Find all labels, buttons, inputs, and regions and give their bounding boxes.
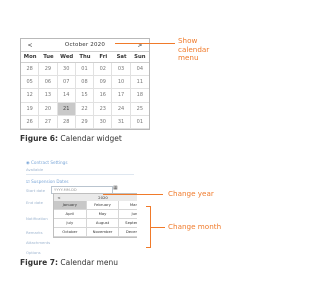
calendar-day[interactable]: 23 — [94, 102, 113, 116]
calendar-day[interactable]: 10 — [112, 76, 131, 90]
settings-title-text: Contract Settings — [31, 160, 68, 165]
options-label: Options — [26, 250, 41, 255]
settings-subtitle: Available — [26, 167, 44, 172]
calendar-day[interactable]: 03 — [112, 63, 131, 77]
year-value[interactable]: 2020 — [64, 195, 137, 200]
annotation-line-year — [103, 194, 163, 195]
calendar-day[interactable]: 19 — [21, 102, 40, 116]
weekday-header: Tue — [39, 52, 58, 63]
calendar-day[interactable]: 02 — [94, 63, 113, 77]
calendar-day[interactable]: 14 — [57, 89, 76, 103]
circle-icon: ◉ — [26, 160, 30, 165]
calendar-day[interactable]: 21 — [57, 102, 76, 116]
calendar-day[interactable]: 24 — [112, 102, 131, 116]
calendar-day[interactable]: 28 — [57, 115, 76, 129]
bracket-bottom — [146, 247, 151, 248]
calendar-day[interactable]: 06 — [39, 76, 58, 90]
calendar-day[interactable]: 13 — [39, 89, 58, 103]
figure-7-text: Calendar menu — [60, 258, 118, 267]
month-picker: < 2020 > JanuaryFebruaryMarch AprilMayJun… — [53, 193, 137, 238]
weekday-header: Wed — [57, 52, 76, 63]
attachments-label: Attachments — [26, 240, 51, 245]
month-cell[interactable]: September — [119, 219, 137, 228]
weekday-header: Fri — [94, 52, 113, 63]
figure-6-label: Figure 6: — [20, 134, 59, 143]
calendar-day[interactable]: 09 — [94, 76, 113, 90]
calendar-day[interactable]: 12 — [21, 89, 40, 103]
calendar-day[interactable]: 26 — [21, 115, 40, 129]
calendar-day[interactable]: 01 — [75, 63, 95, 77]
calendar-day[interactable]: 17 — [112, 89, 131, 103]
calendar-day[interactable]: 25 — [130, 103, 149, 116]
bracket-top — [146, 206, 151, 207]
calendar-day[interactable]: 28 — [21, 63, 40, 77]
month-cell[interactable]: March — [119, 201, 137, 210]
calendar-day[interactable]: 07 — [57, 76, 76, 90]
month-cell[interactable]: August — [86, 219, 120, 228]
month-cell[interactable]: July — [54, 219, 87, 228]
notification-label: Notification — [26, 216, 48, 221]
month-cell[interactable]: February — [86, 201, 120, 210]
calendar-day[interactable]: 30 — [57, 63, 76, 77]
prev-year-arrow[interactable]: < — [54, 195, 64, 200]
year-header: < 2020 > — [54, 194, 137, 201]
calendar-day[interactable]: 04 — [130, 63, 149, 77]
month-cell[interactable]: November — [86, 228, 120, 237]
annotation-line-month — [151, 227, 165, 228]
annotation-change-year: Change year — [168, 189, 214, 198]
annotation-show-calendar-menu: Show calendar menu — [178, 36, 209, 63]
month-cell[interactable]: October — [54, 228, 87, 237]
month-cell[interactable]: June — [119, 210, 137, 219]
calendar-day[interactable]: 30 — [94, 115, 113, 129]
figure-6-text: Calendar widget — [60, 134, 122, 143]
remarks-label: Remarks — [26, 230, 43, 235]
figure-7-label: Figure 7: — [20, 258, 59, 267]
annotation-change-month: Change month — [168, 222, 222, 231]
calendar-widget: < October 2020 > Mon Tue Wed Thu Fri Sat Sun 28… — [20, 38, 150, 130]
month-cell[interactable]: December — [119, 228, 137, 237]
calendar-day[interactable]: 29 — [39, 63, 58, 77]
calendar-day[interactable]: 27 — [39, 115, 58, 129]
calendar-day[interactable]: 22 — [75, 102, 95, 116]
calendar-day[interactable]: 20 — [39, 102, 58, 116]
weekday-header: Thu — [75, 52, 95, 63]
month-cell[interactable]: January — [54, 201, 87, 210]
weekday-header: Sun — [130, 52, 149, 63]
prev-month-arrow[interactable]: < — [25, 42, 35, 49]
weekday-header: Mon — [21, 52, 40, 63]
suspension-section-text: Suspension Dates — [31, 179, 69, 184]
divider — [26, 174, 134, 175]
calendar-icon[interactable]: ▦ — [113, 185, 118, 191]
month-grid: JanuaryFebruaryMarch AprilMayJune JulyAugu… — [54, 201, 137, 237]
month-year-title[interactable]: October 2020 — [65, 42, 105, 48]
settings-title: ◉ Contract Settings — [26, 160, 68, 165]
calendar-day[interactable]: 01 — [130, 116, 149, 129]
calendar-day[interactable]: 08 — [75, 76, 95, 90]
checkbox-icon[interactable]: ☑ — [26, 179, 30, 184]
calendar-header: < October 2020 > — [21, 39, 149, 52]
weekday-header: Sat — [112, 52, 131, 63]
month-cell[interactable]: May — [86, 210, 120, 219]
calendar-day[interactable]: 31 — [112, 115, 131, 129]
annotation-line-calendar — [115, 43, 175, 44]
calendar-day[interactable]: 18 — [130, 89, 149, 103]
figure-6-caption: Figure 6: Calendar widget — [20, 134, 122, 143]
end-date-label: End date — [26, 200, 43, 205]
calendar-day[interactable]: 29 — [75, 115, 95, 129]
figure-7-caption: Figure 7: Calendar menu — [20, 258, 118, 267]
calendar-day[interactable]: 11 — [130, 76, 149, 90]
calendar-day[interactable]: 05 — [21, 76, 40, 90]
annotation-line-3: menu — [178, 53, 199, 62]
calendar-menu-screenshot: ◉ Contract Settings Available ☑ Suspensi… — [23, 158, 137, 258]
calendar-day[interactable]: 15 — [75, 89, 95, 103]
suspension-section: ☑ Suspension Dates — [26, 179, 69, 184]
start-date-label: Start date — [26, 188, 46, 193]
calendar-day[interactable]: 16 — [94, 89, 113, 103]
calendar-grid: Mon Tue Wed Thu Fri Sat Sun 28 29 30 01 02 03 04 05 06 0… — [21, 52, 149, 129]
month-cell[interactable]: April — [54, 210, 87, 219]
